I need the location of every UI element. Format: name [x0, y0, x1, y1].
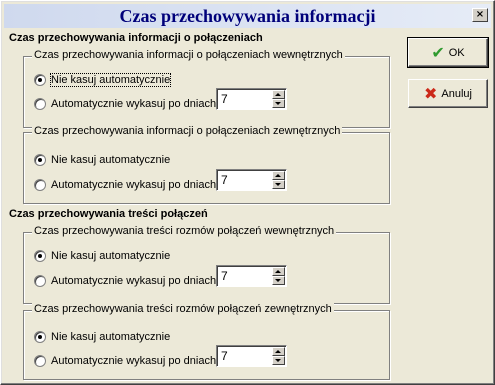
radio-auto-delete[interactable]: Automatycznie wykasuj po dniach:	[34, 96, 219, 112]
radio-keep[interactable]: Nie kasuj automatycznie	[34, 329, 170, 345]
group-info-external: Czas przechowywania informacji o połącze…	[23, 125, 390, 204]
spin-up-button[interactable]	[272, 171, 285, 180]
days-value[interactable]: 7	[221, 173, 228, 187]
days-value[interactable]: 7	[221, 92, 228, 106]
radio-button[interactable]	[34, 250, 46, 262]
radio-label: Automatycznie wykasuj po dniach:	[51, 179, 220, 191]
radio-button[interactable]	[34, 275, 46, 287]
radio-label: Nie kasuj automatycznie	[49, 73, 172, 87]
spin-down-button[interactable]	[272, 276, 285, 285]
spin-up-button[interactable]	[272, 267, 285, 276]
arrow-down-icon	[275, 359, 281, 362]
window-title: Czas przechowywania informacji	[119, 6, 376, 26]
group-info-internal: Czas przechowywania informacji o połącze…	[23, 49, 390, 128]
checkmark-icon: ✔	[431, 43, 445, 62]
radio-label: Nie kasuj automatycznie	[51, 250, 171, 262]
radio-button[interactable]	[34, 154, 46, 166]
days-value[interactable]: 7	[221, 269, 228, 283]
section-title-info: Czas przechowywania informacji o połącze…	[9, 32, 263, 44]
ok-button[interactable]: ✔ OK	[407, 37, 489, 68]
radio-button[interactable]	[34, 74, 46, 86]
arrow-up-icon	[275, 93, 281, 96]
spin-down-button[interactable]	[272, 99, 285, 108]
group-legend: Czas przechowywania informacji o połącze…	[32, 125, 343, 137]
radio-label: Automatycznie wykasuj po dniach:	[51, 355, 220, 367]
spin-down-button[interactable]	[272, 356, 285, 365]
arrow-up-icon	[275, 270, 281, 273]
group-content-external: Czas przechowywania treści rozmów połącz…	[23, 303, 390, 380]
radio-auto-delete[interactable]: Automatycznie wykasuj po dniach:	[34, 177, 219, 193]
days-spinner[interactable]: 7	[216, 265, 287, 287]
arrow-down-icon	[275, 102, 281, 105]
arrow-up-icon	[275, 350, 281, 353]
cancel-button[interactable]: ✖ Anuluj	[408, 79, 488, 108]
group-legend: Czas przechowywania informacji o połącze…	[32, 49, 345, 61]
radio-keep[interactable]: Nie kasuj automatycznie	[34, 248, 170, 264]
dialog-window: Czas przechowywania informacji × Czas pr…	[0, 0, 495, 385]
radio-keep[interactable]: Nie kasuj automatycznie	[34, 72, 172, 88]
days-spinner[interactable]: 7	[216, 169, 287, 191]
radio-auto-delete[interactable]: Automatycznie wykasuj po dniach:	[34, 353, 219, 369]
spin-up-button[interactable]	[272, 347, 285, 356]
spin-up-button[interactable]	[272, 90, 285, 99]
radio-label: Nie kasuj automatycznie	[51, 331, 171, 343]
spin-down-button[interactable]	[272, 180, 285, 189]
group-legend: Czas przechowywania treści rozmów połącz…	[32, 303, 334, 315]
ok-label: OK	[448, 46, 465, 59]
radio-button[interactable]	[34, 179, 46, 191]
radio-button[interactable]	[34, 355, 46, 367]
arrow-down-icon	[275, 279, 281, 282]
section-title-content: Czas przechowywania treści połączeń	[9, 208, 208, 220]
radio-label: Automatycznie wykasuj po dniach:	[51, 98, 220, 110]
radio-label: Automatycznie wykasuj po dniach:	[51, 275, 220, 287]
days-value[interactable]: 7	[221, 349, 228, 363]
days-spinner[interactable]: 7	[216, 345, 287, 367]
arrow-up-icon	[275, 174, 281, 177]
radio-auto-delete[interactable]: Automatycznie wykasuj po dniach:	[34, 273, 219, 289]
close-button[interactable]: ×	[472, 8, 488, 22]
radio-button[interactable]	[34, 331, 46, 343]
radio-label: Nie kasuj automatycznie	[51, 154, 171, 166]
title-bar[interactable]: Czas przechowywania informacji ×	[4, 4, 491, 28]
radio-button[interactable]	[34, 98, 46, 110]
arrow-down-icon	[275, 183, 281, 186]
cancel-label: Anuluj	[441, 87, 472, 100]
group-legend: Czas przechowywania treści rozmów połącz…	[32, 225, 337, 237]
radio-keep[interactable]: Nie kasuj automatycznie	[34, 152, 170, 168]
group-content-internal: Czas przechowywania treści rozmów połącz…	[23, 225, 390, 304]
cross-icon: ✖	[424, 84, 438, 103]
days-spinner[interactable]: 7	[216, 88, 287, 110]
